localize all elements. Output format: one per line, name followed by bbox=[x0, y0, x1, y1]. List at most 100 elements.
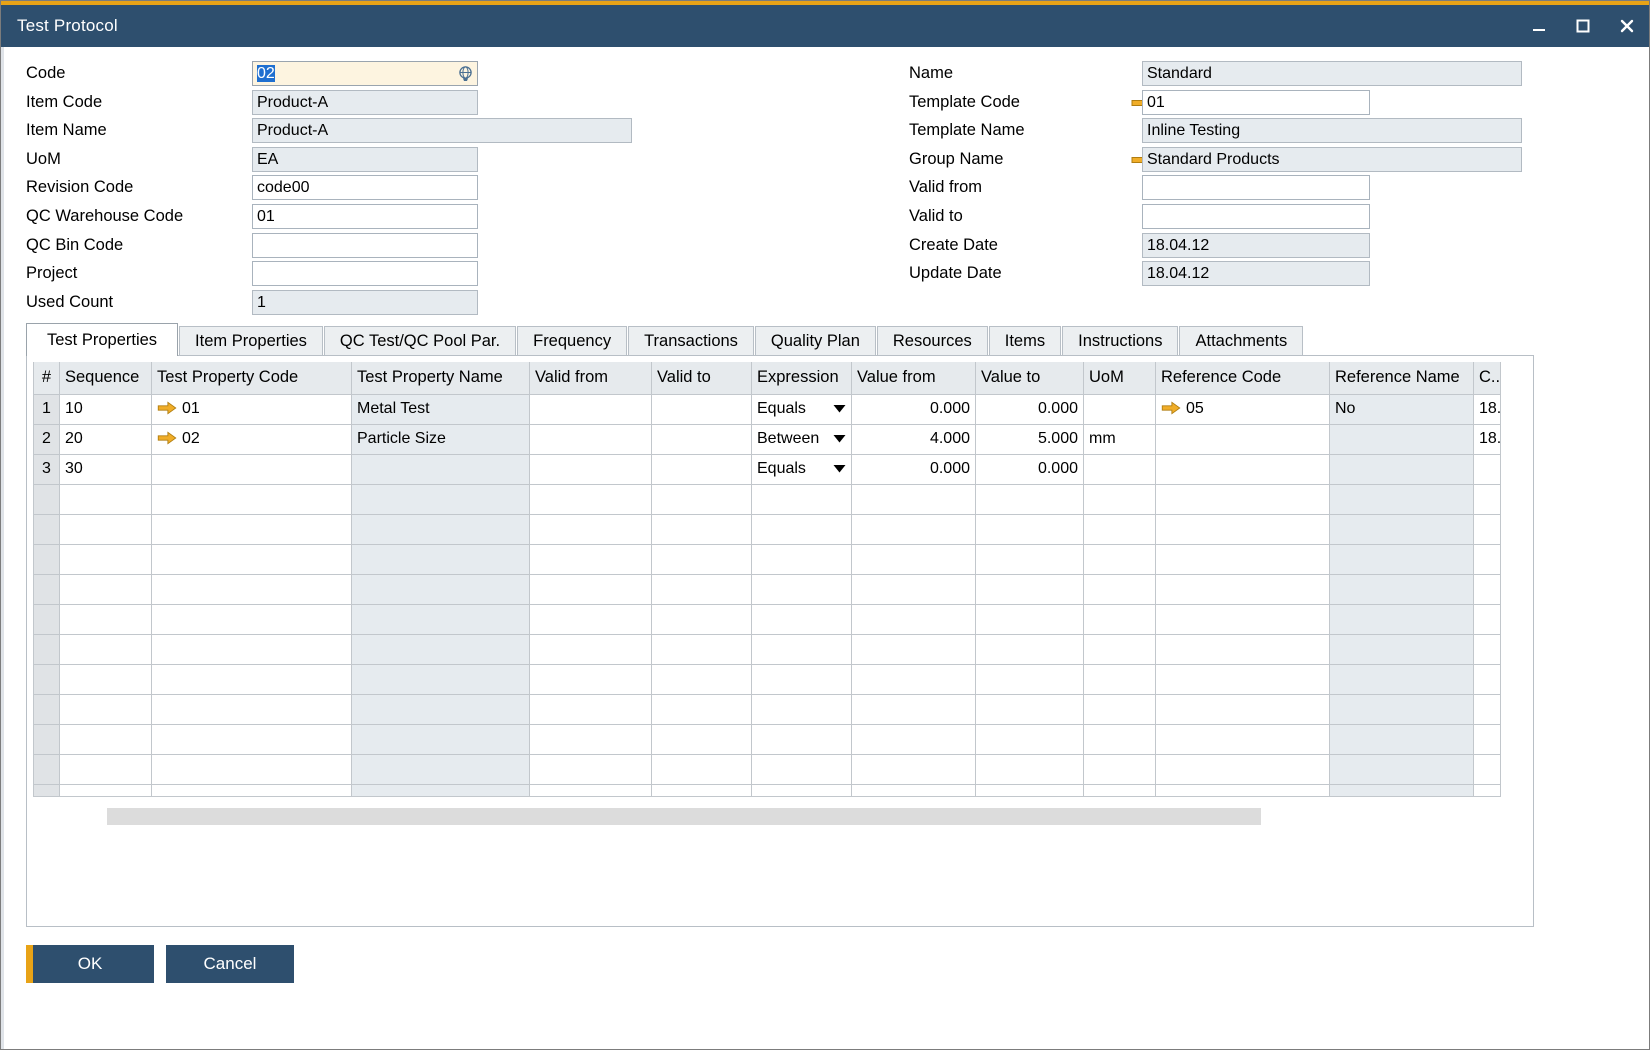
cell-valfrom[interactable]: 0.000 bbox=[852, 454, 976, 484]
tab-item-properties[interactable]: Item Properties bbox=[179, 326, 323, 356]
cell-valto[interactable] bbox=[976, 514, 1084, 544]
column-header-uom[interactable]: UoM bbox=[1084, 362, 1156, 394]
cell-validfrom[interactable] bbox=[530, 424, 652, 454]
valid-to-input[interactable] bbox=[1142, 204, 1370, 229]
cell-cutoff[interactable] bbox=[1474, 664, 1502, 694]
cell-refcode[interactable] bbox=[1156, 574, 1330, 604]
cell-sequence[interactable]: 20 bbox=[60, 424, 152, 454]
cell-valto[interactable] bbox=[976, 574, 1084, 604]
minimize-button[interactable] bbox=[1517, 5, 1561, 47]
cell-cutoff[interactable] bbox=[1474, 514, 1502, 544]
cell-uom[interactable]: mm bbox=[1084, 424, 1156, 454]
cell-cutoff[interactable] bbox=[1474, 454, 1502, 484]
cell-expr[interactable]: Between bbox=[752, 424, 852, 454]
cell-expr[interactable]: Equals bbox=[752, 394, 852, 424]
cell-validfrom[interactable] bbox=[530, 664, 652, 694]
cell-refcode[interactable]: 05 bbox=[1156, 394, 1330, 424]
column-header-expr[interactable]: Expression bbox=[752, 362, 852, 394]
cell-refcode[interactable] bbox=[1156, 454, 1330, 484]
cell-validto[interactable] bbox=[652, 694, 752, 724]
cell-valto[interactable] bbox=[976, 724, 1084, 754]
cell-validfrom[interactable] bbox=[530, 454, 652, 484]
cell-valfrom[interactable]: 4.000 bbox=[852, 424, 976, 454]
chevron-down-icon[interactable] bbox=[827, 460, 846, 478]
cell-valfrom[interactable] bbox=[852, 754, 976, 784]
cell-cutoff[interactable]: 18.0 bbox=[1474, 394, 1502, 424]
cell-validto[interactable] bbox=[652, 754, 752, 784]
column-header-sequence[interactable]: Sequence bbox=[60, 362, 152, 394]
cell-refcode[interactable] bbox=[1156, 694, 1330, 724]
cell-refcode[interactable] bbox=[1156, 664, 1330, 694]
tab-transactions[interactable]: Transactions bbox=[628, 326, 754, 356]
cell-num[interactable] bbox=[34, 574, 60, 604]
cell-refcode[interactable] bbox=[1156, 754, 1330, 784]
cell-valto[interactable] bbox=[976, 784, 1084, 797]
table-row[interactable] bbox=[34, 514, 1502, 544]
cell-tpcode[interactable] bbox=[152, 754, 352, 784]
column-header-refcode[interactable]: Reference Code bbox=[1156, 362, 1330, 394]
cell-valto[interactable]: 0.000 bbox=[976, 394, 1084, 424]
cell-validfrom[interactable] bbox=[530, 394, 652, 424]
column-header-validfrom[interactable]: Valid from bbox=[530, 362, 652, 394]
cell-num[interactable] bbox=[34, 634, 60, 664]
cell-valfrom[interactable] bbox=[852, 574, 976, 604]
tab-qc-test-qc-pool-par[interactable]: QC Test/QC Pool Par. bbox=[324, 326, 516, 356]
cell-expr[interactable] bbox=[752, 604, 852, 634]
tab-attachments[interactable]: Attachments bbox=[1179, 326, 1303, 356]
cell-refcode[interactable] bbox=[1156, 544, 1330, 574]
table-row[interactable] bbox=[34, 604, 1502, 634]
cell-num[interactable] bbox=[34, 754, 60, 784]
cell-validfrom[interactable] bbox=[530, 484, 652, 514]
cell-cutoff[interactable] bbox=[1474, 694, 1502, 724]
cell-sequence[interactable] bbox=[60, 484, 152, 514]
code-input[interactable]: 02 bbox=[252, 61, 478, 86]
cell-valfrom[interactable] bbox=[852, 784, 976, 797]
cell-tpcode[interactable] bbox=[152, 694, 352, 724]
create-date-value[interactable]: 18.04.12 bbox=[1142, 233, 1370, 258]
cell-tpcode[interactable] bbox=[152, 484, 352, 514]
table-row[interactable] bbox=[34, 634, 1502, 664]
cell-num[interactable] bbox=[34, 724, 60, 754]
cell-sequence[interactable] bbox=[60, 574, 152, 604]
cell-expr[interactable] bbox=[752, 574, 852, 604]
cell-tpcode[interactable] bbox=[152, 724, 352, 754]
table-row[interactable] bbox=[34, 694, 1502, 724]
cell-cutoff[interactable] bbox=[1474, 484, 1502, 514]
cell-validto[interactable] bbox=[652, 424, 752, 454]
cell-sequence[interactable]: 30 bbox=[60, 454, 152, 484]
cell-tpcode[interactable] bbox=[152, 514, 352, 544]
cell-validfrom[interactable] bbox=[530, 784, 652, 797]
grid-horizontal-scrollbar[interactable] bbox=[107, 808, 1497, 825]
cell-validto[interactable] bbox=[652, 484, 752, 514]
cell-validto[interactable] bbox=[652, 784, 752, 797]
cell-validfrom[interactable] bbox=[530, 544, 652, 574]
cell-valfrom[interactable] bbox=[852, 544, 976, 574]
cell-uom[interactable] bbox=[1084, 394, 1156, 424]
table-row[interactable]: 330Equals0.0000.000 bbox=[34, 454, 1502, 484]
cell-validto[interactable] bbox=[652, 544, 752, 574]
cell-expr[interactable] bbox=[752, 544, 852, 574]
cell-num[interactable]: 3 bbox=[34, 454, 60, 484]
valid-from-input[interactable] bbox=[1142, 175, 1370, 200]
cell-tpcode[interactable]: 01 bbox=[152, 394, 352, 424]
cell-valfrom[interactable]: 0.000 bbox=[852, 394, 976, 424]
tab-instructions[interactable]: Instructions bbox=[1062, 326, 1178, 356]
cell-validto[interactable] bbox=[652, 394, 752, 424]
cell-valto[interactable] bbox=[976, 694, 1084, 724]
chevron-down-icon[interactable] bbox=[827, 400, 846, 418]
link-arrow-icon[interactable] bbox=[157, 401, 177, 415]
cell-sequence[interactable] bbox=[60, 724, 152, 754]
cell-uom[interactable] bbox=[1084, 754, 1156, 784]
cell-uom[interactable] bbox=[1084, 724, 1156, 754]
table-row[interactable] bbox=[34, 664, 1502, 694]
cell-cutoff[interactable] bbox=[1474, 604, 1502, 634]
cell-uom[interactable] bbox=[1084, 694, 1156, 724]
template-name-value[interactable]: Inline Testing bbox=[1142, 118, 1522, 143]
column-header-refname[interactable]: Reference Name bbox=[1330, 362, 1474, 394]
cell-valto[interactable] bbox=[976, 544, 1084, 574]
cell-num[interactable]: 2 bbox=[34, 424, 60, 454]
cell-uom[interactable] bbox=[1084, 604, 1156, 634]
table-row[interactable]: 22002Particle SizeBetween4.0005.000mm18.… bbox=[34, 424, 1502, 454]
cell-sequence[interactable] bbox=[60, 604, 152, 634]
cell-valfrom[interactable] bbox=[852, 724, 976, 754]
